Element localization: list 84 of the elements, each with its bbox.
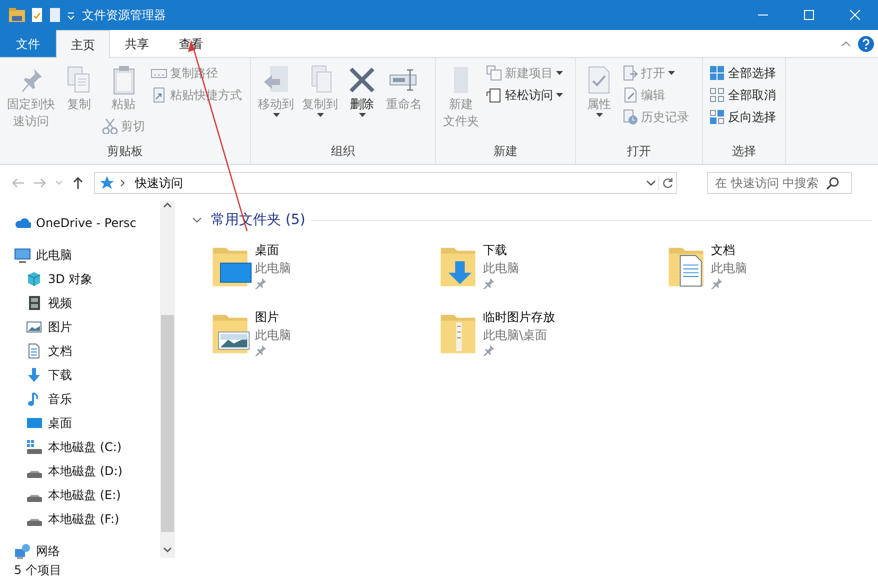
- search-icon: [826, 176, 840, 190]
- page-bracket-icon: [486, 87, 502, 103]
- group-label: 打开: [626, 143, 652, 160]
- file-tab[interactable]: 文件: [0, 30, 56, 57]
- sidebar-item[interactable]: 3D 对象: [0, 267, 160, 291]
- sidebar-item[interactable]: 本地磁盘 (F:): [0, 507, 160, 531]
- scissors-icon: [102, 118, 118, 134]
- download-icon: [26, 367, 43, 383]
- address-bar[interactable]: 快速访问: [94, 172, 677, 194]
- ribbon-button[interactable]: 全部取消: [707, 84, 778, 106]
- arrow-left-icon: [11, 176, 25, 190]
- folder-tile[interactable]: 临时图片存放 此电脑\桌面: [437, 308, 665, 362]
- sidebar-item[interactable]: 本地磁盘 (C:): [0, 435, 160, 459]
- arrow-right-icon: [33, 176, 47, 190]
- folder-icon: [8, 7, 26, 23]
- drive-icon: [26, 470, 43, 478]
- group-label: 组织: [330, 143, 356, 160]
- folder-tile[interactable]: 桌面 此电脑: [209, 241, 437, 295]
- sidebar-item[interactable]: 文档: [0, 339, 160, 363]
- folder-location: 此电脑: [483, 260, 519, 277]
- sidebar-item[interactable]: 此电脑: [0, 243, 160, 267]
- help-icon: [857, 34, 875, 52]
- sidebar-item[interactable]: 本地磁盘 (D:): [0, 459, 160, 483]
- sidebar-item[interactable]: 音乐: [0, 387, 160, 411]
- invert-selection-icon: [709, 109, 725, 125]
- chevron-up-icon: [841, 40, 851, 48]
- folder-name: 文档: [711, 242, 736, 259]
- sidebar-item[interactable]: 图片: [0, 315, 160, 339]
- picture-icon: [26, 319, 43, 335]
- folder-location: 此电脑: [255, 327, 291, 344]
- group-label: 新建: [492, 143, 518, 160]
- status-text: 5 个项目: [13, 562, 62, 579]
- new-folder-icon: [48, 7, 62, 23]
- group-label: 选择: [731, 143, 757, 160]
- ribbon-button[interactable]: 删除: [343, 62, 381, 120]
- chevron-up-icon: [163, 201, 172, 209]
- address-path[interactable]: 快速访问: [135, 174, 644, 192]
- sidebar-item[interactable]: 本地磁盘 (E:): [0, 483, 160, 507]
- drive-icon: [26, 494, 43, 502]
- drive-icon: [26, 439, 43, 455]
- folder-name: 图片: [255, 309, 280, 326]
- folder-name: 桌面: [255, 242, 280, 259]
- film-icon: [26, 295, 43, 311]
- edit-icon: [622, 87, 638, 103]
- folder-name: 下载: [483, 242, 508, 259]
- sidebar-item[interactable]: 桌面: [0, 411, 160, 435]
- window-title: 文件资源管理器: [82, 7, 166, 24]
- select-none-icon: [709, 87, 725, 103]
- ribbon-tab[interactable]: 主页: [56, 30, 110, 58]
- arrow-up-icon: [71, 176, 85, 190]
- maximize-icon: [804, 10, 814, 20]
- folder-tile[interactable]: 下载 此电脑: [437, 241, 665, 295]
- folder-name: 临时图片存放: [483, 309, 555, 326]
- folder-tile[interactable]: 文档 此电脑: [665, 241, 865, 295]
- chevron-down-icon: [192, 215, 202, 225]
- folder-tile[interactable]: 图片 此电脑: [209, 308, 437, 362]
- search-field[interactable]: 在 快速访问 中搜索: [707, 172, 852, 194]
- open-icon: [622, 65, 638, 81]
- folder-location: 此电脑: [255, 260, 291, 277]
- drive-icon: [26, 518, 43, 526]
- sidebar-item[interactable]: 下载: [0, 363, 160, 387]
- ribbon-button[interactable]: 全部选择: [707, 62, 778, 84]
- monitor-icon: [14, 247, 31, 263]
- sidebar-item[interactable]: OneDrive - Persc: [0, 211, 160, 235]
- history-icon: [622, 109, 638, 125]
- close-icon: [850, 10, 860, 20]
- scrollbar-thumb[interactable]: [161, 315, 174, 532]
- chevron-down-icon: [644, 178, 658, 188]
- sidebar-item[interactable]: 视频: [0, 291, 160, 315]
- new-item-icon: [486, 65, 502, 81]
- cube-icon: [26, 271, 43, 287]
- scrollbar[interactable]: [160, 201, 175, 558]
- folder-location: 此电脑\桌面: [483, 327, 548, 344]
- sidebar-item[interactable]: 网络: [0, 539, 160, 563]
- ribbon-button[interactable]: 轻松访问: [484, 84, 565, 106]
- network-icon: [14, 543, 31, 559]
- shortcut-icon: [151, 87, 167, 103]
- folder-location: 此电脑: [711, 260, 747, 277]
- group-label: 剪贴板: [106, 143, 144, 160]
- desktop-icon: [26, 415, 43, 431]
- properties-icon: [30, 7, 44, 23]
- select-all-icon: [709, 65, 725, 81]
- ribbon-button[interactable]: 反向选择: [707, 106, 778, 128]
- chevron-down-icon: [163, 546, 172, 554]
